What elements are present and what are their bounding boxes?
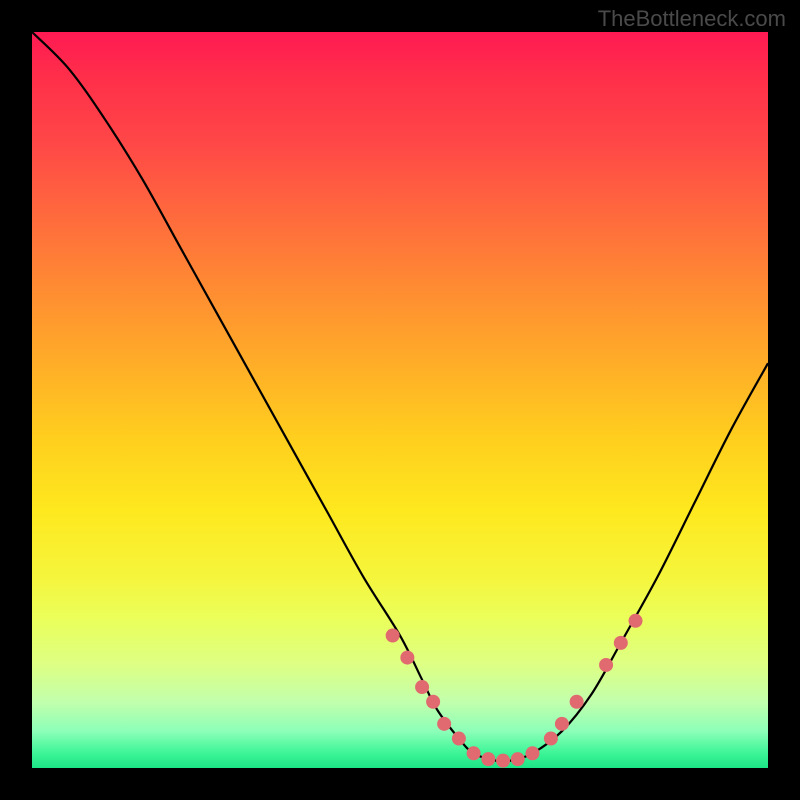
data-marker bbox=[400, 651, 414, 665]
watermark-label: TheBottleneck.com bbox=[598, 6, 786, 32]
data-marker bbox=[570, 695, 584, 709]
data-marker bbox=[452, 732, 466, 746]
data-marker bbox=[426, 695, 440, 709]
chart-container: TheBottleneck.com bbox=[0, 0, 800, 800]
data-marker bbox=[599, 658, 613, 672]
data-marker bbox=[437, 717, 451, 731]
data-marker bbox=[555, 717, 569, 731]
data-marker bbox=[511, 752, 525, 766]
data-marker bbox=[629, 614, 643, 628]
plot-area bbox=[32, 32, 768, 768]
data-marker bbox=[415, 680, 429, 694]
data-marker bbox=[544, 732, 558, 746]
data-marker bbox=[481, 752, 495, 766]
data-marker bbox=[386, 629, 400, 643]
data-marker bbox=[614, 636, 628, 650]
data-marker bbox=[467, 746, 481, 760]
data-marker bbox=[496, 754, 510, 768]
data-marker bbox=[525, 746, 539, 760]
chart-svg bbox=[32, 32, 768, 768]
marker-group bbox=[386, 614, 643, 768]
bottleneck-curve bbox=[32, 32, 768, 762]
